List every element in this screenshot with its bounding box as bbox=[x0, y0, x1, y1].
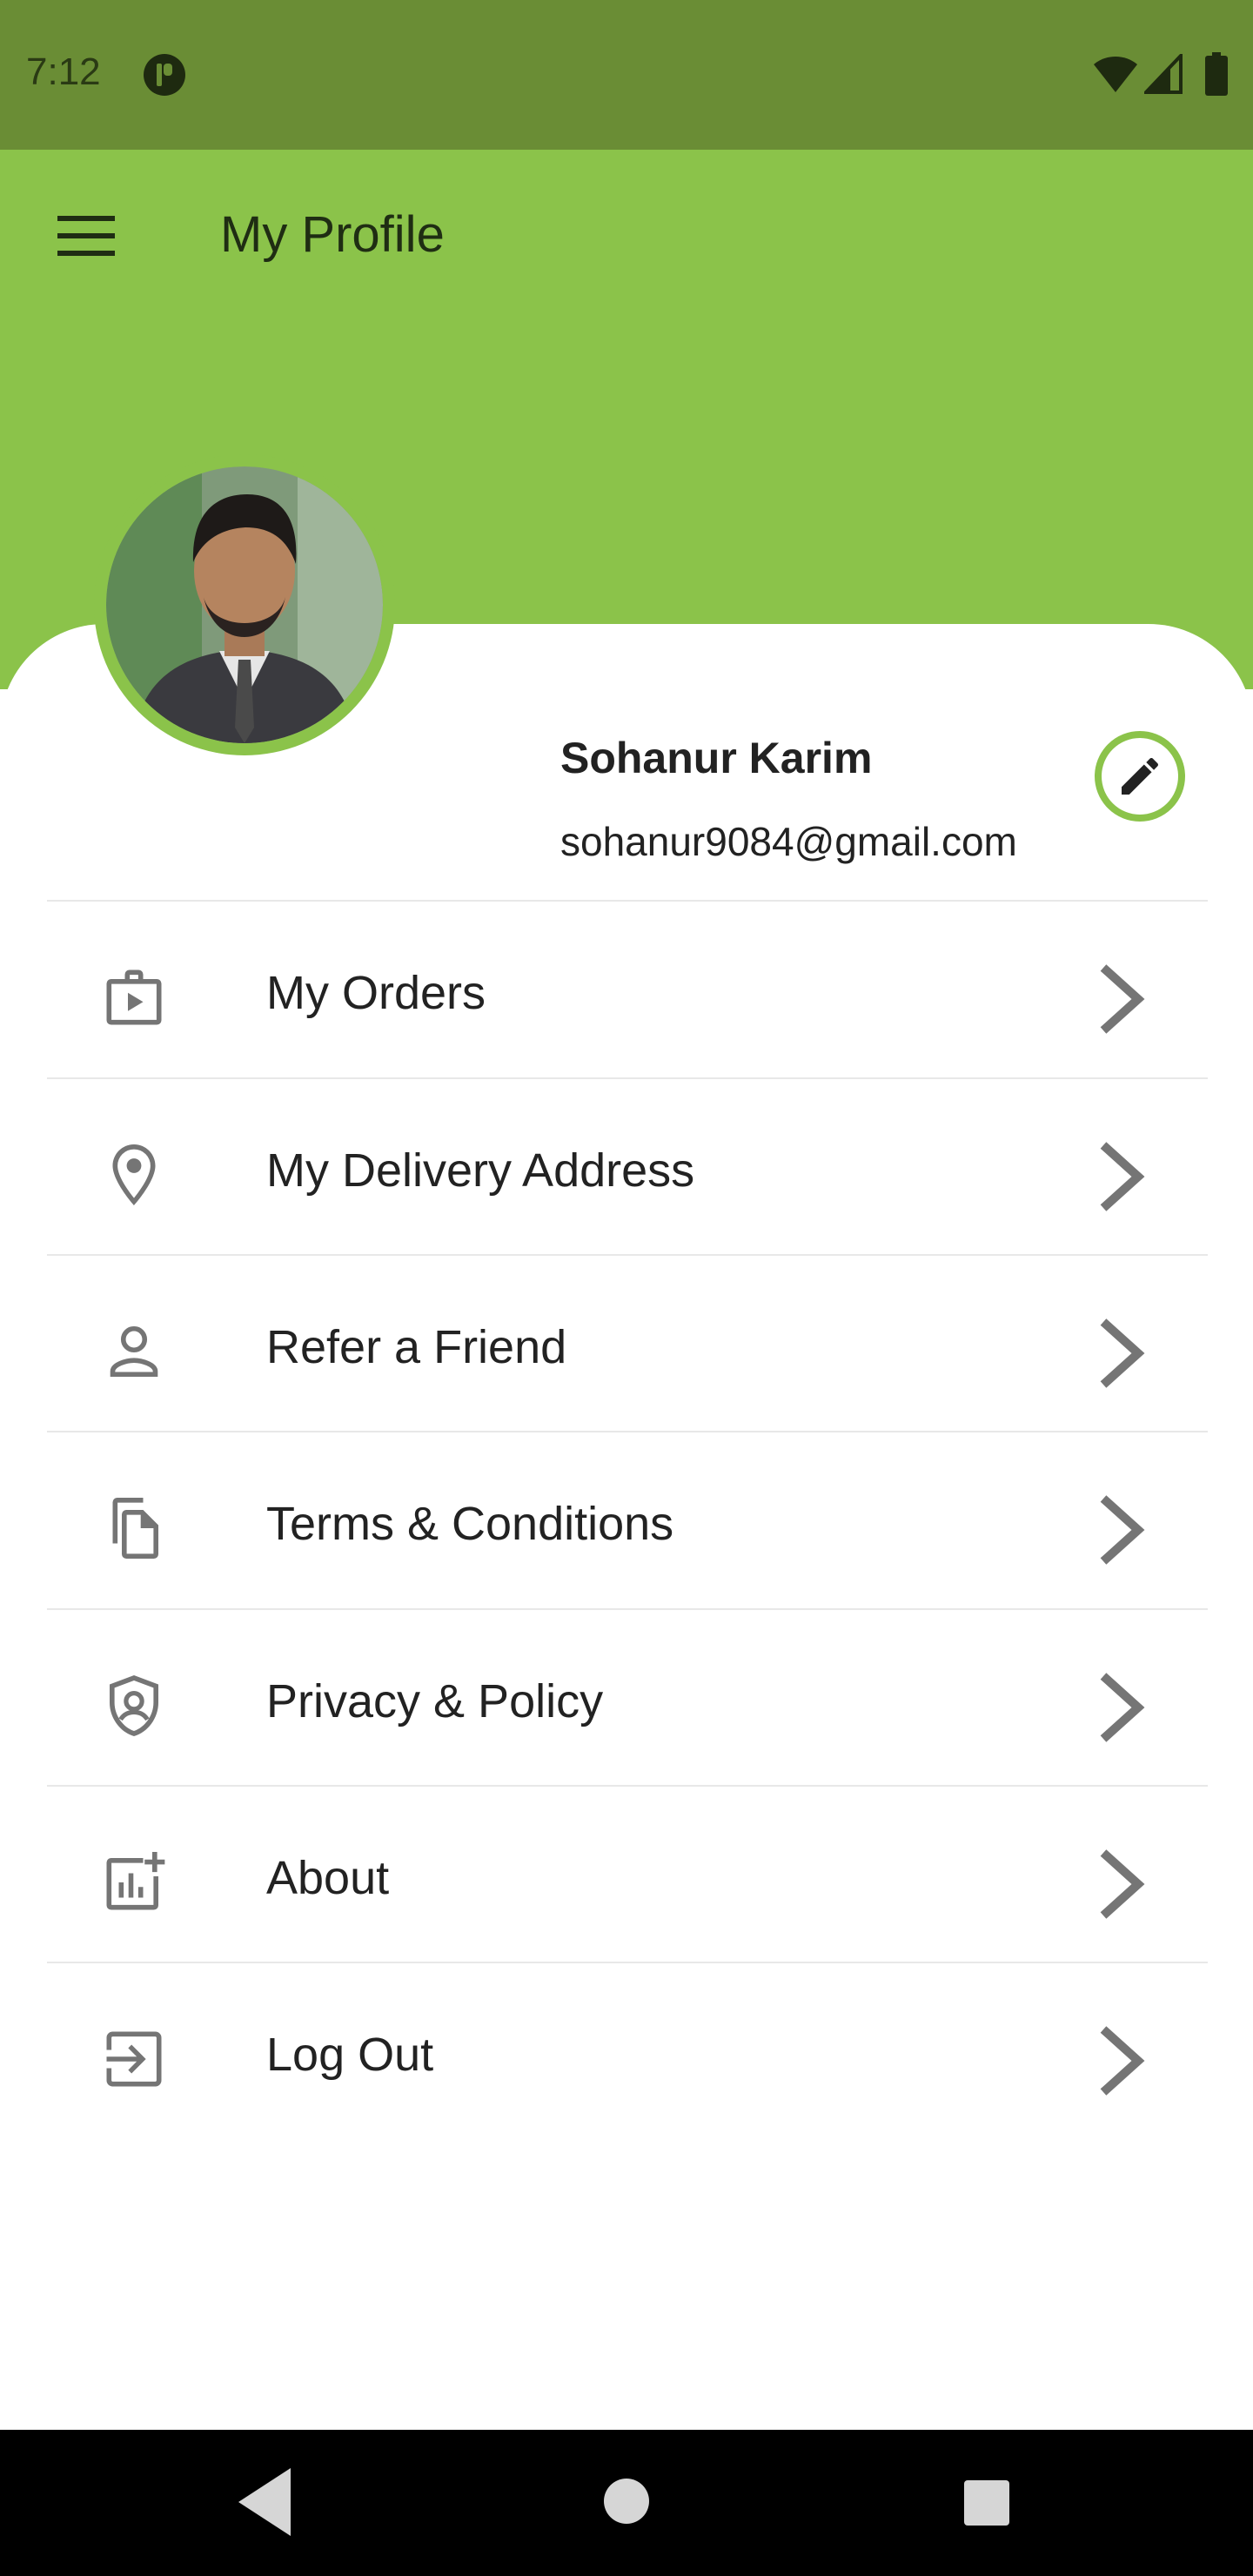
menu-item-refer-friend[interactable]: Refer a Friend bbox=[47, 1256, 1208, 1430]
home-icon[interactable] bbox=[600, 2475, 653, 2527]
logout-icon bbox=[106, 2031, 162, 2087]
user-name: Sohanur Karim bbox=[560, 734, 873, 782]
chevron-right-icon bbox=[1100, 1142, 1145, 1211]
chevron-right-icon bbox=[1100, 1849, 1145, 1919]
system-navigation-bar bbox=[0, 2430, 1253, 2576]
menu-item-delivery-address[interactable]: My Delivery Address bbox=[47, 1079, 1208, 1253]
menu-item-about[interactable]: About bbox=[47, 1787, 1208, 1961]
chevron-right-icon bbox=[1100, 2026, 1145, 2096]
menu-item-label: Privacy & Policy bbox=[266, 1675, 604, 1727]
status-time: 7:12 bbox=[26, 50, 101, 93]
orders-bag-icon bbox=[106, 969, 162, 1025]
menu-item-label: My Delivery Address bbox=[266, 1144, 695, 1197]
chevron-right-icon bbox=[1100, 964, 1145, 1034]
menu-item-label: My Orders bbox=[266, 967, 486, 1019]
edit-profile-button[interactable] bbox=[1095, 731, 1185, 822]
analytics-icon bbox=[106, 1852, 165, 1910]
documents-icon bbox=[112, 1498, 158, 1559]
shield-icon bbox=[110, 1675, 158, 1736]
user-email: sohanur9084@gmail.com bbox=[560, 819, 1017, 864]
recents-icon[interactable] bbox=[962, 2479, 1011, 2527]
menu-item-logout[interactable]: Log Out bbox=[47, 1963, 1208, 2137]
avatar[interactable] bbox=[94, 454, 395, 755]
hamburger-menu-button[interactable] bbox=[38, 193, 134, 280]
avatar-photo bbox=[106, 466, 383, 743]
profile-screen: 7:12 My Profile Sohanur Karim sohanur908… bbox=[0, 0, 1253, 2576]
hamburger-menu-icon bbox=[57, 216, 115, 256]
menu-item-my-orders[interactable]: My Orders bbox=[47, 902, 1208, 1076]
status-bar: 7:12 bbox=[0, 0, 1253, 150]
pencil-icon bbox=[1122, 757, 1159, 795]
menu-item-privacy[interactable]: Privacy & Policy bbox=[47, 1610, 1208, 1784]
page-title: My Profile bbox=[220, 206, 445, 263]
menu-item-terms[interactable]: Terms & Conditions bbox=[47, 1432, 1208, 1607]
menu-item-label: Terms & Conditions bbox=[266, 1498, 674, 1550]
app-notification-icon bbox=[144, 54, 185, 96]
menu-item-label: Log Out bbox=[266, 2029, 434, 2081]
chevron-right-icon bbox=[1100, 1673, 1145, 1742]
person-icon bbox=[110, 1325, 158, 1378]
menu-item-label: About bbox=[266, 1852, 390, 1904]
back-icon[interactable] bbox=[233, 2465, 303, 2539]
battery-icon bbox=[1205, 52, 1228, 96]
wifi-icon bbox=[1094, 57, 1137, 92]
chevron-right-icon bbox=[1100, 1495, 1145, 1565]
location-pin-icon bbox=[112, 1144, 156, 1205]
signal-icon bbox=[1144, 54, 1183, 94]
chevron-right-icon bbox=[1100, 1318, 1145, 1388]
menu-item-label: Refer a Friend bbox=[266, 1321, 567, 1373]
